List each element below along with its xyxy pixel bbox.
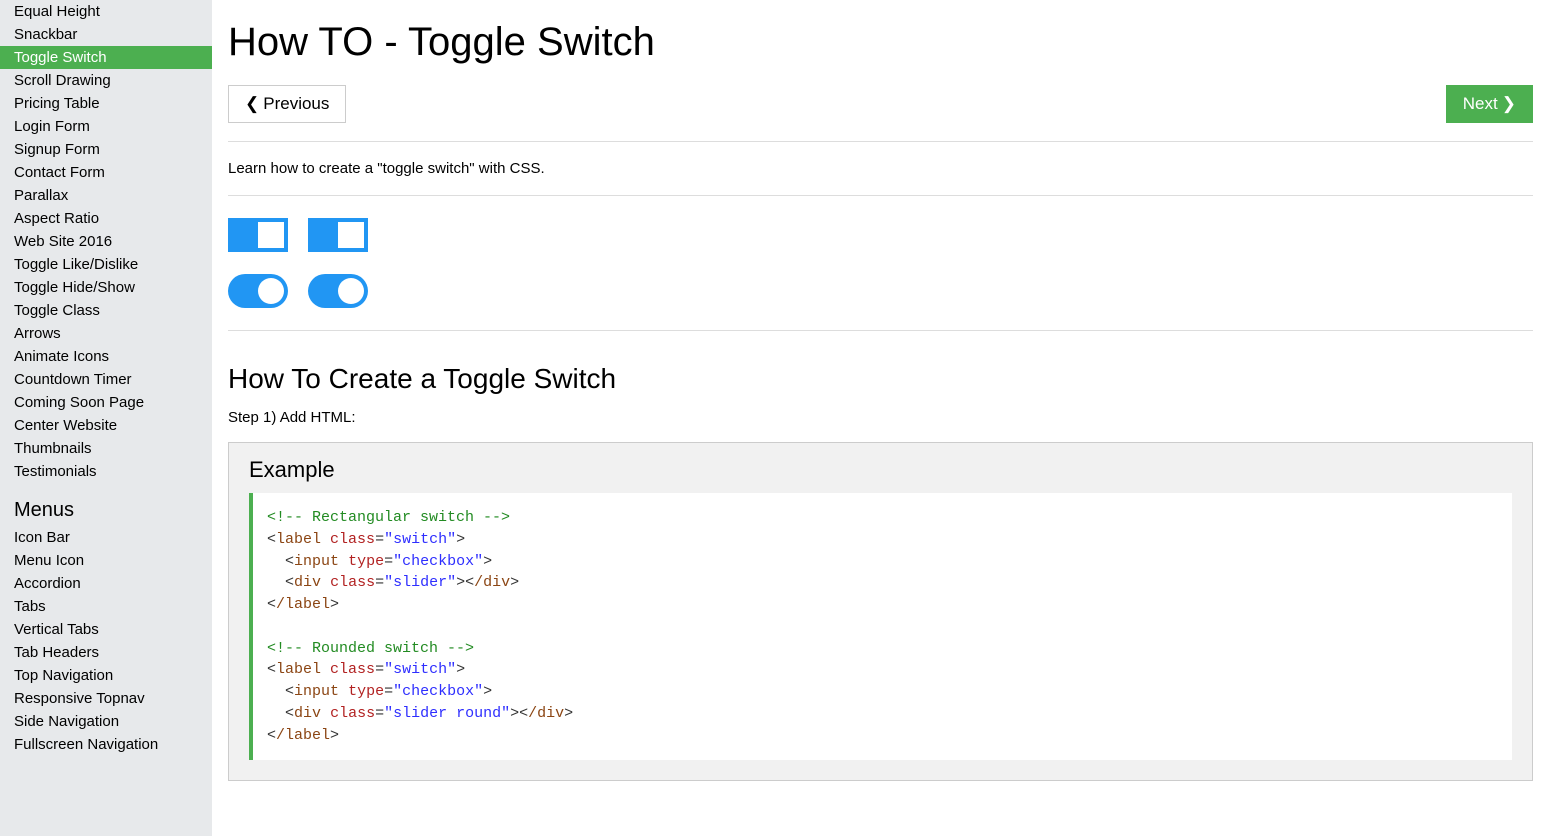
sidebar-item[interactable]: Icon Bar <box>0 526 212 549</box>
divider <box>228 330 1533 331</box>
main-content: How TO - Toggle Switch ❮ Previous Next ❯… <box>212 0 1565 836</box>
sidebar-item[interactable]: Menu Icon <box>0 549 212 572</box>
sidebar-item[interactable]: Coming Soon Page <box>0 391 212 414</box>
sidebar: Equal HeightSnackbarToggle SwitchScroll … <box>0 0 212 836</box>
sidebar-item[interactable]: Countdown Timer <box>0 368 212 391</box>
sidebar-heading-menus: Menus <box>0 483 212 526</box>
sidebar-item[interactable]: Equal Height <box>0 0 212 23</box>
sidebar-item[interactable]: Scroll Drawing <box>0 69 212 92</box>
sidebar-item[interactable]: Arrows <box>0 322 212 345</box>
toggle-switch-round-off[interactable] <box>228 274 288 308</box>
sidebar-item[interactable]: Toggle Class <box>0 299 212 322</box>
sidebar-item[interactable]: Tabs <box>0 595 212 618</box>
sidebar-item[interactable]: Snackbar <box>0 23 212 46</box>
divider <box>228 195 1533 196</box>
sidebar-item[interactable]: Toggle Hide/Show <box>0 276 212 299</box>
page-title: How TO - Toggle Switch <box>228 20 1533 65</box>
sidebar-item[interactable]: Fullscreen Navigation <box>0 733 212 756</box>
sidebar-item[interactable]: Vertical Tabs <box>0 618 212 641</box>
sidebar-item[interactable]: Animate Icons <box>0 345 212 368</box>
sidebar-item[interactable]: Side Navigation <box>0 710 212 733</box>
demo-row-round <box>228 274 1533 308</box>
toggle-switch-square-on[interactable] <box>308 218 368 252</box>
sidebar-item[interactable]: Toggle Like/Dislike <box>0 253 212 276</box>
divider <box>228 141 1533 142</box>
sidebar-item[interactable]: Accordion <box>0 572 212 595</box>
chevron-right-icon: ❯ <box>1502 94 1516 114</box>
sidebar-item[interactable]: Testimonials <box>0 460 212 483</box>
section-title: How To Create a Toggle Switch <box>228 363 1533 395</box>
next-button[interactable]: Next ❯ <box>1446 85 1533 123</box>
chevron-left-icon: ❮ <box>245 94 259 114</box>
example-title: Example <box>249 457 1512 483</box>
toggle-switch-round-on[interactable] <box>308 274 368 308</box>
sidebar-item[interactable]: Contact Form <box>0 161 212 184</box>
toggle-switch-square-off[interactable] <box>228 218 288 252</box>
sidebar-item[interactable]: Parallax <box>0 184 212 207</box>
sidebar-item[interactable]: Tab Headers <box>0 641 212 664</box>
sidebar-item[interactable]: Center Website <box>0 414 212 437</box>
sidebar-item[interactable]: Top Navigation <box>0 664 212 687</box>
code-block: <!-- Rectangular switch --><label class=… <box>249 493 1512 760</box>
sidebar-item[interactable]: Signup Form <box>0 138 212 161</box>
sidebar-item[interactable]: Aspect Ratio <box>0 207 212 230</box>
sidebar-item[interactable]: Responsive Topnav <box>0 687 212 710</box>
sidebar-item[interactable]: Login Form <box>0 115 212 138</box>
example-box: Example <!-- Rectangular switch --><labe… <box>228 442 1533 781</box>
step-label: Step 1) Add HTML: <box>228 409 1533 426</box>
demo-row-square <box>228 218 1533 252</box>
intro-text: Learn how to create a "toggle switch" wi… <box>228 160 1533 177</box>
previous-button[interactable]: ❮ Previous <box>228 85 346 123</box>
sidebar-item[interactable]: Web Site 2016 <box>0 230 212 253</box>
sidebar-item[interactable]: Pricing Table <box>0 92 212 115</box>
sidebar-item[interactable]: Thumbnails <box>0 437 212 460</box>
sidebar-item[interactable]: Toggle Switch <box>0 46 212 69</box>
